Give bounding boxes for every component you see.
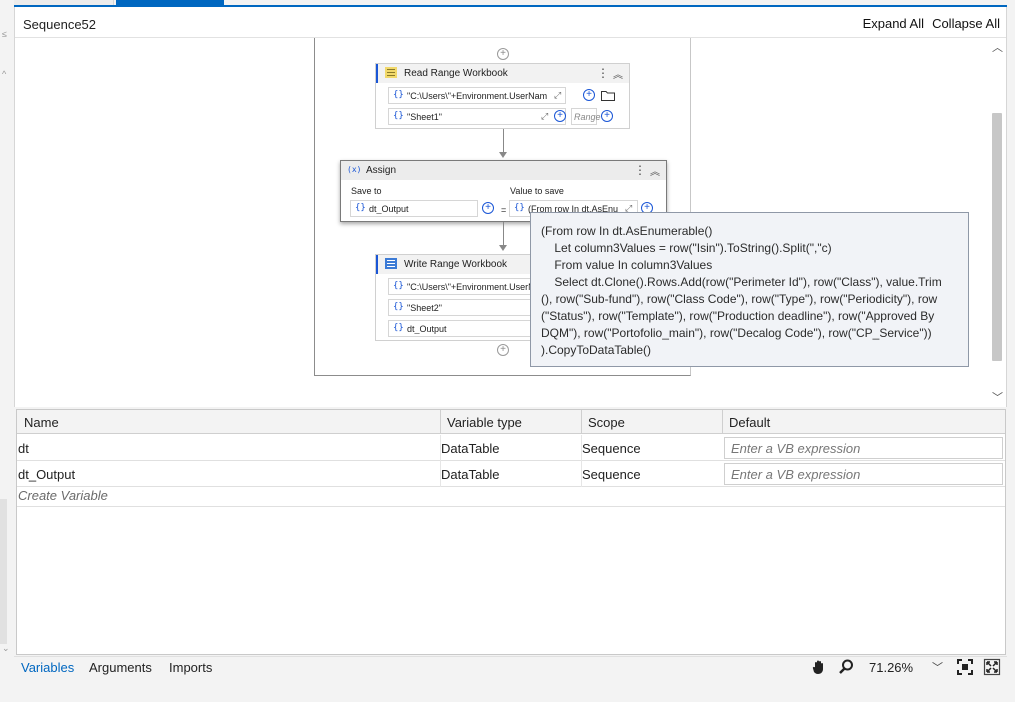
variable-type[interactable]: DataTable	[441, 467, 500, 482]
create-variable-row[interactable]: Create Variable	[17, 488, 1005, 507]
folder-icon[interactable]	[601, 90, 615, 101]
variable-type[interactable]: DataTable	[441, 441, 500, 456]
activity-header: Read Range Workbook ⋮ ︽	[376, 64, 629, 83]
workbook-path-field[interactable]: {} "C:\Users\"+Environment.UserName+" ⤢	[388, 87, 566, 104]
gutter-marker-icon: ≤	[2, 29, 7, 39]
activity-title: Assign	[366, 165, 397, 176]
sheet-name-field[interactable]: {} "Sheet1" ⤢	[388, 108, 566, 125]
flow-connector	[503, 129, 504, 153]
add-activity-plus-icon[interactable]: +	[497, 48, 509, 60]
table-row[interactable]: dt_Output DataTable Sequence Enter a VB …	[17, 461, 1005, 487]
variable-name[interactable]: dt_Output	[18, 467, 75, 482]
collapse-chevron-icon[interactable]: ︽	[650, 163, 660, 178]
assign-x-icon: (x)	[347, 165, 362, 174]
variable-scope[interactable]: Sequence	[582, 467, 641, 482]
expression-braces-icon: {}	[393, 281, 404, 291]
expression-tooltip: (From row In dt.AsEnumerable() Let colum…	[530, 212, 969, 367]
gutter-caret-icon: ^	[2, 69, 7, 79]
activity-header: (x) Assign ⋮ ︽	[341, 161, 666, 180]
flow-arrow	[499, 245, 507, 251]
tab-variables[interactable]: Variables	[21, 660, 74, 675]
left-gutter: ≤ ^ ⌄	[0, 7, 14, 657]
activity-title: Write Range Workbook	[404, 259, 508, 270]
plus-circle-icon[interactable]: +	[554, 110, 566, 122]
read-range-workbook-activity[interactable]: Read Range Workbook ⋮ ︽ {} "C:\Users\"+E…	[375, 63, 630, 129]
variable-scope[interactable]: Sequence	[582, 441, 641, 456]
chevron-down-icon[interactable]: ﹀	[992, 389, 1003, 405]
column-divider[interactable]	[581, 410, 582, 434]
equals-sign: =	[501, 205, 507, 215]
designer-vertical-scrollbar[interactable]: ︿ ﹀	[990, 39, 1004, 405]
scrollbar-thumb[interactable]	[992, 113, 1002, 361]
activity-title: Read Range Workbook	[404, 68, 508, 79]
expression-braces-icon: {}	[514, 203, 525, 213]
plus-circle-icon[interactable]: +	[583, 89, 595, 101]
flow-arrow	[499, 152, 507, 158]
tab-imports[interactable]: Imports	[169, 660, 212, 675]
add-activity-plus-icon[interactable]: +	[497, 344, 509, 356]
expression-braces-icon: {}	[393, 90, 404, 100]
chevron-down-icon[interactable]: ﹀	[932, 659, 943, 675]
gutter-marker-icon: ⌄	[2, 643, 10, 653]
designer-status-bar: Variables Arguments Imports 71.26% ﹀	[14, 656, 1007, 678]
kebab-menu-icon[interactable]: ⋮	[597, 66, 609, 80]
gutter-strip	[0, 499, 7, 644]
column-divider[interactable]	[440, 410, 441, 434]
variable-name[interactable]: dt	[18, 441, 29, 456]
collapse-chevron-icon[interactable]: ︽	[613, 66, 623, 81]
variables-panel: Name Variable type Scope Default dt Data…	[16, 409, 1006, 655]
collapse-all-link[interactable]: Collapse All	[932, 16, 1000, 31]
plus-circle-icon[interactable]: +	[482, 202, 494, 214]
document-tab-strip	[0, 0, 1015, 7]
default-value-input[interactable]: Enter a VB expression	[724, 463, 1003, 485]
sequence-breadcrumb[interactable]: Sequence52	[23, 17, 96, 32]
expand-editor-icon[interactable]: ⤢	[541, 111, 548, 122]
plus-circle-icon[interactable]: +	[601, 110, 613, 122]
reset-zoom-icon[interactable]	[983, 658, 1001, 676]
excel-read-icon	[385, 67, 397, 78]
column-divider[interactable]	[722, 410, 723, 434]
fit-to-screen-icon[interactable]	[956, 658, 974, 676]
expression-braces-icon: {}	[355, 203, 366, 213]
expand-editor-icon[interactable]: ⤢	[554, 90, 561, 101]
tab-arguments[interactable]: Arguments	[89, 660, 152, 675]
zoom-level[interactable]: 71.26%	[869, 660, 913, 675]
column-header-name[interactable]: Name	[24, 415, 59, 430]
column-header-scope[interactable]: Scope	[588, 415, 625, 430]
kebab-menu-icon[interactable]: ⋮	[634, 163, 646, 177]
expression-braces-icon: {}	[393, 323, 404, 333]
column-header-default[interactable]: Default	[729, 415, 770, 430]
flow-connector	[503, 222, 504, 246]
value-to-save-label: Value to save	[510, 186, 564, 196]
save-to-field[interactable]: {} dt_Output	[350, 200, 478, 217]
range-field[interactable]: Range	[571, 108, 601, 125]
hand-pan-icon[interactable]	[810, 658, 828, 676]
expression-braces-icon: {}	[393, 111, 404, 121]
table-row[interactable]: dt DataTable Sequence Enter a VB express…	[17, 435, 1005, 461]
save-to-label: Save to	[351, 186, 382, 196]
expression-braces-icon: {}	[393, 302, 404, 312]
column-header-variable-type[interactable]: Variable type	[447, 415, 522, 430]
variables-table-header: Name Variable type Scope Default	[17, 410, 1005, 434]
excel-write-icon	[385, 258, 397, 269]
expand-all-link[interactable]: Expand All	[863, 16, 924, 31]
default-value-input[interactable]: Enter a VB expression	[724, 437, 1003, 459]
chevron-up-icon[interactable]: ︿	[992, 39, 1003, 55]
zoom-magnifier-icon[interactable]	[837, 658, 855, 676]
